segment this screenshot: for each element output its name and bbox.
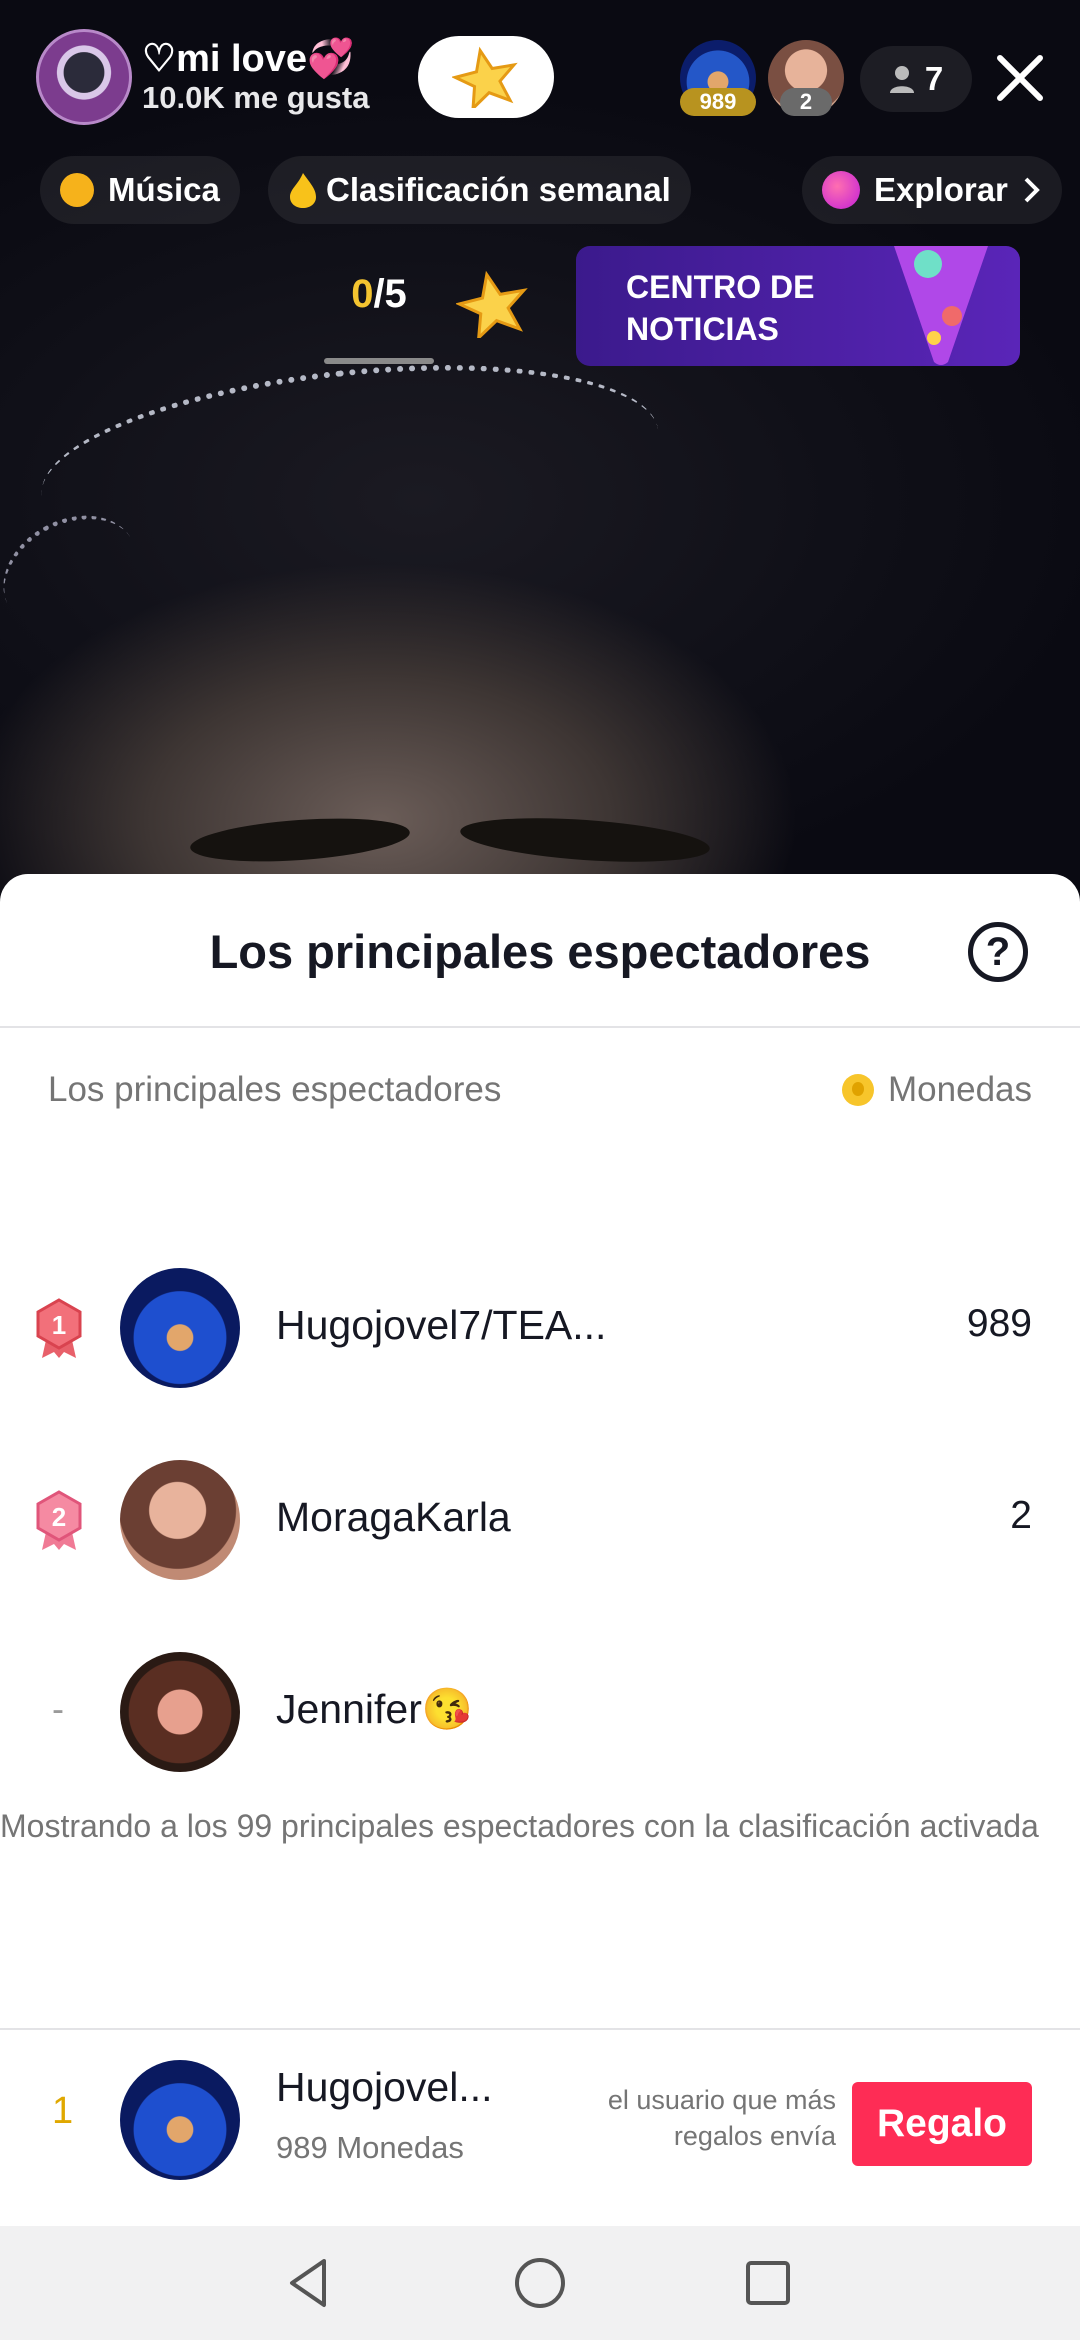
avatar[interactable] xyxy=(120,2060,240,2180)
back-icon[interactable] xyxy=(280,2253,340,2313)
video-detail xyxy=(188,812,412,868)
my-name: Hugojovel... xyxy=(276,2064,493,2110)
viewer-coins: 2 xyxy=(1010,1494,1032,1537)
medal-rank: 1 xyxy=(52,1310,66,1340)
rank-placeholder: - xyxy=(52,1688,64,1729)
host-info[interactable]: ♡mi love💞 10.0K me gusta xyxy=(36,26,416,128)
close-icon[interactable] xyxy=(992,50,1048,106)
music-label: Música xyxy=(108,171,220,208)
recents-icon[interactable] xyxy=(738,2253,798,2313)
sheet-title: Los principales espectadores xyxy=(209,925,871,978)
my-coins: 989 Monedas xyxy=(276,2130,464,2165)
viewer-name: MoragaKarla xyxy=(276,1494,511,1540)
star-icon[interactable] xyxy=(456,270,530,338)
gift-cone-icon xyxy=(894,246,988,365)
news-line-1: CENTRO DE xyxy=(626,269,815,305)
column-header-coins: Monedas xyxy=(842,1070,1032,1110)
viewer-name: Jennifer😘 xyxy=(276,1686,473,1732)
avatar[interactable] xyxy=(120,1268,240,1388)
home-icon[interactable] xyxy=(510,2253,570,2313)
column-header-viewers: Los principales espectadores xyxy=(48,1070,502,1109)
star-icon xyxy=(452,46,518,108)
hashtag-icon xyxy=(60,173,94,207)
host-avatar[interactable] xyxy=(36,29,132,125)
top-gifter-hint: el usuario que más regalos envía xyxy=(607,2085,836,2151)
medal-rank: 2 xyxy=(52,1502,66,1532)
planet-icon xyxy=(822,171,860,209)
weekly-ranking-chip[interactable]: Clasificación semanal xyxy=(268,156,691,224)
goal-progress-bar xyxy=(324,358,434,364)
medal-icon: 2 xyxy=(36,1490,82,1550)
news-line-2: NOTICIAS xyxy=(626,311,779,347)
system-nav-bar xyxy=(0,2226,1080,2340)
live-video[interactable] xyxy=(0,0,1080,900)
viewer-count-button[interactable]: 7 xyxy=(860,46,972,112)
person-icon xyxy=(889,66,914,93)
flame-icon xyxy=(290,173,316,208)
top-viewers-sheet: Los principales espectadores ? Los princ… xyxy=(0,874,1080,2340)
follow-star-button[interactable] xyxy=(418,36,554,118)
coin-icon xyxy=(842,1074,875,1106)
weekly-label: Clasificación semanal xyxy=(326,171,671,208)
goal-total: /5 xyxy=(373,272,407,316)
top-viewer-badge-2: 2 xyxy=(780,88,832,116)
explore-chip[interactable]: Explorar xyxy=(802,156,1062,224)
help-icon[interactable]: ? xyxy=(968,922,1028,982)
viewer-row-3[interactable]: - Jennifer😘 xyxy=(0,1632,1080,1792)
gift-button[interactable]: Regalo xyxy=(852,2082,1032,2166)
my-ranking-bar: 1 Hugojovel... 989 Monedas el usuario qu… xyxy=(0,2030,1080,2230)
viewer-row-1[interactable]: 1 Hugojovel7/TEA... 989 xyxy=(0,1248,1080,1408)
coins-label: Monedas xyxy=(888,1070,1032,1109)
top-viewer-badge-1: 989 xyxy=(680,88,756,116)
avatar[interactable] xyxy=(120,1460,240,1580)
goal-done: 0 xyxy=(351,272,374,316)
medal-icon: 1 xyxy=(36,1298,82,1358)
viewer-name: Hugojovel7/TEA... xyxy=(276,1302,607,1348)
music-chip[interactable]: Música xyxy=(40,156,240,224)
viewer-coins: 989 xyxy=(966,1302,1032,1345)
host-name: ♡mi love💞 xyxy=(142,38,355,80)
host-likes: 10.0K me gusta xyxy=(142,80,370,115)
avatar[interactable] xyxy=(120,1652,240,1772)
viewer-count: 7 xyxy=(924,60,944,97)
chevron-right-icon xyxy=(1024,177,1040,203)
video-detail xyxy=(458,811,712,869)
divider xyxy=(0,1026,1080,1028)
news-center-banner[interactable]: CENTRO DE NOTICIAS xyxy=(576,246,1020,366)
ranking-footnote: Mostrando a los 99 principales espectado… xyxy=(0,1808,1039,1844)
goal-counter[interactable]: 0/5 xyxy=(324,272,434,317)
viewer-row-2[interactable]: 2 MoragaKarla 2 xyxy=(0,1440,1080,1600)
explore-label: Explorar xyxy=(874,171,1008,208)
my-rank: 1 xyxy=(52,2090,74,2132)
